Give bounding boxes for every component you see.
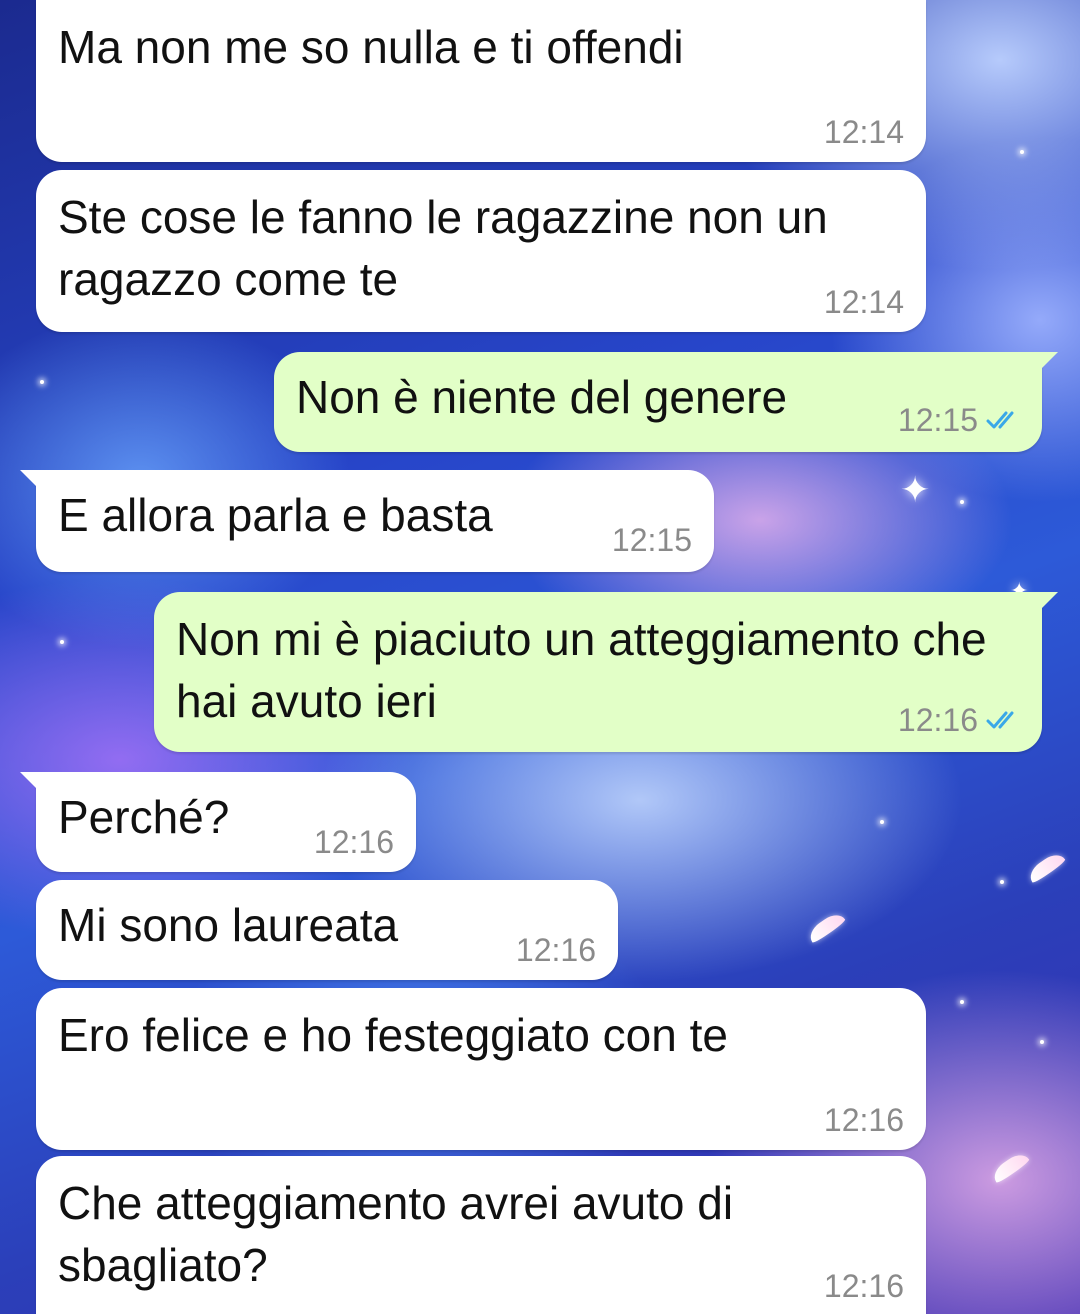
message-time: 12:14 <box>823 284 904 320</box>
message-bubble-incoming[interactable]: Ero felice e ho festeggiato con te 12:16 <box>36 988 926 1150</box>
star-decoration <box>1040 1040 1044 1044</box>
feather-decoration <box>1025 849 1067 885</box>
message-meta: 12:16 <box>824 1104 904 1136</box>
feather-decoration <box>989 1149 1031 1185</box>
message-text: Che atteggiamento avrei avuto di sbaglia… <box>58 1177 746 1291</box>
double-check-icon <box>986 711 1014 729</box>
message-meta: 12:16 <box>898 704 1020 736</box>
message-time: 12:16 <box>313 824 394 860</box>
message-text: Non mi è piaciuto un atteggiamento che h… <box>176 613 1000 727</box>
message-meta: 12:14 <box>824 116 904 148</box>
message-meta: 12:15 <box>898 404 1020 436</box>
double-check-icon <box>986 411 1014 429</box>
message-text: Ero felice e ho festeggiato con te <box>58 1009 728 1061</box>
star-decoration <box>1000 880 1004 884</box>
message-time: 12:16 <box>823 1268 904 1304</box>
message-bubble-incoming[interactable]: Ste cose le fanno le ragazzine non un ra… <box>36 170 926 332</box>
message-text: E allora parla e basta <box>58 489 493 541</box>
star-decoration <box>880 820 884 824</box>
message-meta: 12:16 <box>516 934 596 966</box>
star-decoration <box>60 640 64 644</box>
message-bubble-incoming[interactable]: Che atteggiamento avrei avuto di sbaglia… <box>36 1156 926 1314</box>
message-time: 12:15 <box>611 522 692 558</box>
star-decoration <box>960 500 964 504</box>
message-bubble-incoming[interactable]: Perché? 12:16 <box>20 772 416 872</box>
message-bubble-outgoing[interactable]: Non è niente del genere 12:15 <box>274 352 1058 452</box>
star-decoration <box>40 380 44 384</box>
message-text: Ste cose le fanno le ragazzine non un ra… <box>58 191 841 305</box>
message-time: 12:15 <box>897 402 978 438</box>
sparkle-decoration: ✦ <box>900 469 931 510</box>
message-text: Ma non me so nulla e ti offendi <box>58 21 684 73</box>
message-meta: 12:16 <box>314 826 394 858</box>
message-meta: 12:15 <box>612 524 692 556</box>
message-time: 12:16 <box>515 932 596 968</box>
message-meta: 12:16 <box>824 1270 904 1302</box>
message-bubble-outgoing[interactable]: Non mi è piaciuto un atteggiamento che h… <box>154 592 1058 752</box>
star-decoration <box>960 1000 964 1004</box>
message-time: 12:14 <box>823 114 904 150</box>
message-bubble-incoming[interactable]: Mi sono laureata 12:16 <box>36 880 618 980</box>
message-time: 12:16 <box>823 1102 904 1138</box>
star-decoration <box>1020 150 1024 154</box>
message-bubble-incoming[interactable]: Ma non me so nulla e ti offendi 12:14 <box>36 0 926 162</box>
message-bubble-incoming[interactable]: E allora parla e basta 12:15 <box>20 470 714 572</box>
feather-decoration <box>805 909 847 945</box>
message-time: 12:16 <box>897 702 978 738</box>
message-meta: 12:14 <box>824 286 904 318</box>
